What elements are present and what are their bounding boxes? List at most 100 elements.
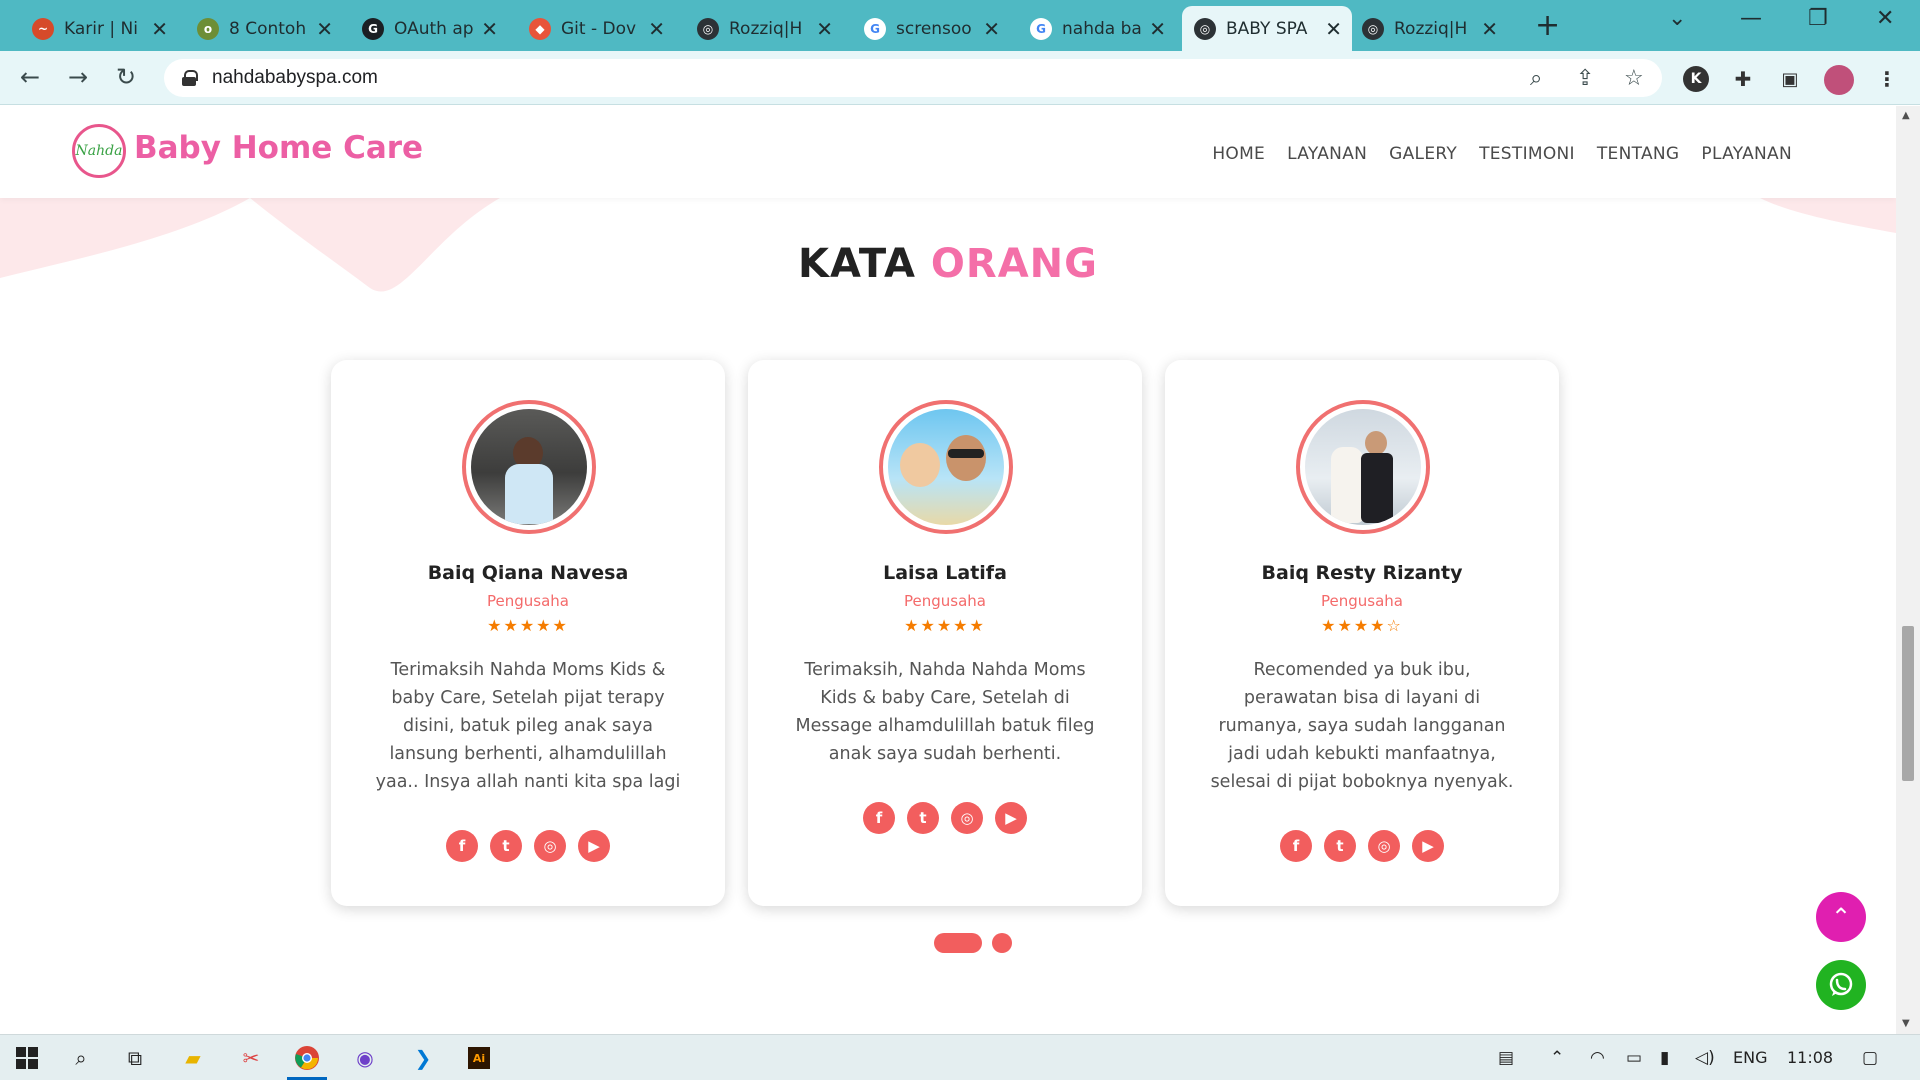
close-tab-icon[interactable]: ✕ [983,17,1000,41]
scroll-to-top-button[interactable]: ⌃ [1816,892,1866,942]
language-indicator[interactable]: ENG [1733,1048,1767,1067]
side-panel-icon[interactable]: ▣ [1777,66,1803,92]
carousel-dot-active[interactable] [934,933,982,953]
scroll-up-arrow-icon[interactable]: ▲ [1902,110,1910,121]
close-tab-icon[interactable]: ✕ [816,17,833,41]
carousel-dot[interactable] [992,933,1012,953]
nav-item-playanan[interactable]: PLAYANAN [1701,144,1792,164]
zoom-icon[interactable]: ⌕ [1530,66,1542,91]
site-header: Nahda Baby Home Care HOME LAYANAN GALERY TE… [0,106,1896,198]
illustrator-icon[interactable]: Ai [464,1043,494,1073]
testimonial-text: Terimaksih, Nahda Nahda Moms Kids & baby… [795,660,1095,764]
task-view-icon[interactable]: ⧉ [120,1043,150,1073]
file-explorer-icon[interactable]: ▰ [178,1043,208,1073]
windows-start-icon[interactable] [12,1043,42,1073]
volume-icon[interactable]: ◁) [1695,1048,1715,1068]
browser-tab[interactable]: ◎ BABY SPA ✕ [1182,6,1352,51]
nav-item-testimoni[interactable]: TESTIMONI [1479,144,1575,164]
whatsapp-button[interactable] [1816,960,1866,1010]
facebook-icon[interactable]: f [1280,830,1312,862]
tab-title: 8 Contoh [229,18,307,39]
profile-avatar[interactable] [1824,65,1854,95]
twitter-icon[interactable]: t [1324,830,1356,862]
tab-favicon-icon: ~ [32,17,54,40]
scrollbar-thumb[interactable] [1902,626,1914,781]
browser-tab[interactable]: o 8 Contoh ✕ [185,6,343,51]
tray-chevron-icon[interactable]: ⌃ [1550,1048,1564,1068]
close-tab-icon[interactable]: ✕ [316,17,333,41]
chrome-icon[interactable] [292,1043,322,1073]
windows-taskbar: ⌕ ⧉ ▰ ✂ ◉ ❯ Ai ▤ ⌃ ◠ ▭ ▮ ◁) ENG 11:08 ▢ [0,1034,1920,1080]
instagram-icon[interactable]: ◎ [1368,830,1400,862]
bookmark-star-icon[interactable]: ☆ [1624,66,1644,91]
browser-menu-icon[interactable]: ⋮ [1874,66,1900,92]
instagram-icon[interactable]: ◎ [534,830,566,862]
reviewer-name: Baiq Resty Rizanty [1261,562,1463,584]
tab-search-chevron-icon[interactable]: ⌄ [1668,6,1686,31]
nav-item-tentang[interactable]: TENTANG [1597,144,1680,164]
site-logo[interactable]: Nahda [72,124,126,178]
notification-icon[interactable]: ▢ [1862,1048,1878,1068]
search-icon[interactable]: ⌕ [66,1043,96,1073]
browser-tab[interactable]: ◆ Git - Dov ✕ [517,6,675,51]
tab-title: BABY SPA [1226,18,1308,39]
extensions-puzzle-icon[interactable]: ✚ [1730,66,1756,92]
close-tab-icon[interactable]: ✕ [151,17,168,41]
social-links: f t ◎ ▶ [1165,830,1559,862]
extension-k-icon[interactable]: K [1683,66,1709,92]
youtube-icon[interactable]: ▶ [995,802,1027,834]
back-button[interactable]: ← [20,63,40,91]
restore-button[interactable]: ❐ [1808,6,1828,31]
facebook-icon[interactable]: f [446,830,478,862]
news-widget-icon[interactable]: ▤ [1498,1048,1514,1068]
nav-item-galery[interactable]: GALERY [1389,144,1457,164]
vscode-icon[interactable]: ❯ [408,1043,438,1073]
whatsapp-icon [1829,972,1853,996]
browser-tab[interactable]: ~ Karir | Ni ✕ [20,6,178,51]
tab-title: scrensoo [896,18,972,39]
camera-icon[interactable]: ▭ [1626,1048,1642,1068]
instagram-icon[interactable]: ◎ [951,802,983,834]
browser-tab[interactable]: ◎ Rozziq|H ✕ [685,6,843,51]
twitter-icon[interactable]: t [907,802,939,834]
facebook-icon[interactable]: f [863,802,895,834]
new-tab-button[interactable]: + [1535,8,1560,43]
twitter-icon[interactable]: t [490,830,522,862]
minimize-button[interactable]: — [1740,6,1762,31]
lock-icon[interactable] [182,70,198,86]
tab-favicon-icon: G [362,17,384,40]
youtube-icon[interactable]: ▶ [578,830,610,862]
page-scrollbar[interactable]: ▲ ▼ [1896,106,1920,1034]
forward-button[interactable]: → [68,63,88,91]
close-window-button[interactable]: ✕ [1876,6,1894,31]
browser-tab[interactable]: Gnahda ba ✕ [1018,6,1176,51]
scroll-down-arrow-icon[interactable]: ▼ [1902,1018,1910,1029]
snip-tool-icon[interactable]: ✂ [236,1043,266,1073]
tab-favicon-icon: ◆ [529,17,551,40]
youtube-icon[interactable]: ▶ [1412,830,1444,862]
logo-mark-text: Nahda [75,143,123,159]
address-bar[interactable]: nahdababyspa.com ⌕ ⇪ ☆ [164,59,1662,97]
close-tab-icon[interactable]: ✕ [1325,17,1342,41]
clock[interactable]: 11:08 [1787,1048,1833,1067]
browser-tab[interactable]: G OAuth ap ✕ [350,6,508,51]
browser-tab[interactable]: Gscrensoo ✕ [852,6,1010,51]
close-tab-icon[interactable]: ✕ [1481,17,1498,41]
wifi-icon[interactable]: ◠ [1590,1048,1605,1068]
battery-icon[interactable]: ▮ [1660,1048,1669,1068]
avatar [879,400,1013,534]
rating-stars: ★★★★★ [904,616,986,635]
share-icon[interactable]: ⇪ [1576,66,1594,91]
close-tab-icon[interactable]: ✕ [1149,17,1166,41]
reviewer-role: Pengusaha [904,592,986,610]
close-tab-icon[interactable]: ✕ [481,17,498,41]
tab-title: Karir | Ni [64,18,138,39]
nav-item-layanan[interactable]: LAYANAN [1287,144,1367,164]
nav-item-home[interactable]: HOME [1212,144,1265,164]
github-desktop-icon[interactable]: ◉ [350,1043,380,1073]
tab-favicon-icon: o [197,17,219,40]
browser-tab[interactable]: ◎ Rozziq|H ✕ [1350,6,1508,51]
close-tab-icon[interactable]: ✕ [648,17,665,41]
reload-button[interactable]: ↻ [116,63,136,91]
brand-name[interactable]: Baby Home Care [134,130,423,166]
